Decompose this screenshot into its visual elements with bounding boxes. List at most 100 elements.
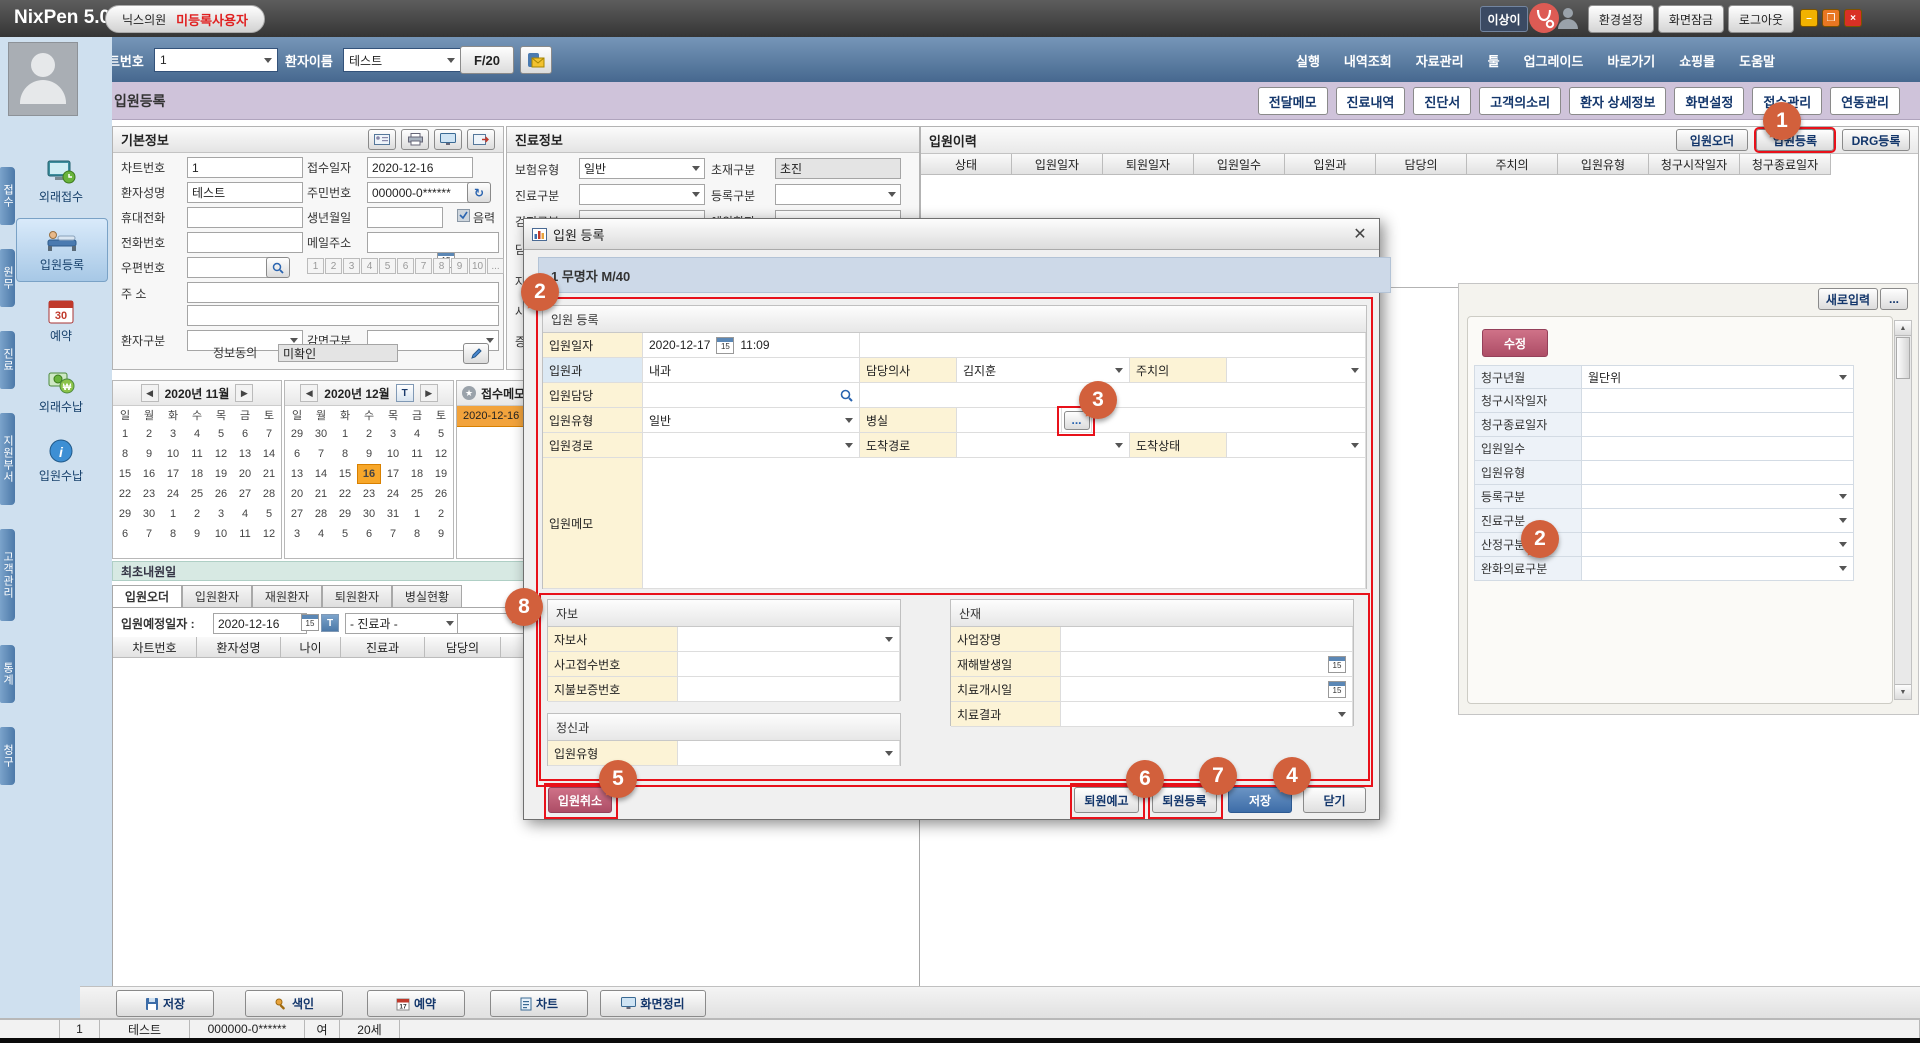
scrollbar[interactable]: ▲ ▼ — [1894, 320, 1912, 700]
calendar-day[interactable]: 5 — [333, 524, 357, 544]
menu-item[interactable]: 도움말 — [1739, 51, 1775, 70]
sidebar-item-admission-register[interactable]: 입원등록 — [16, 218, 108, 282]
sidebar-tab[interactable]: 청구 — [0, 727, 15, 785]
calendar-day[interactable]: 20 — [233, 464, 257, 484]
admission-order-button[interactable]: 입원오더 — [1676, 129, 1748, 151]
calendar-day[interactable]: 5 — [257, 504, 281, 524]
calendar-day[interactable]: 7 — [381, 524, 405, 544]
patient-name-input[interactable]: 테스트 — [187, 182, 303, 203]
claim-field-value[interactable] — [1582, 389, 1854, 413]
calendar-day[interactable]: 26 — [209, 484, 233, 504]
column-header[interactable]: 입원과 — [1285, 154, 1376, 175]
new-input-button[interactable]: 새로입력 — [1818, 288, 1878, 310]
menu-item[interactable]: 바로가기 — [1607, 51, 1655, 70]
column-header[interactable]: 입원일자 — [1012, 154, 1103, 175]
edit-pencil-icon[interactable] — [463, 343, 489, 364]
address-input-2[interactable] — [187, 305, 499, 326]
calendar-day[interactable]: 1 — [161, 504, 185, 524]
column-header[interactable]: 담당의 — [425, 637, 501, 658]
calendar-day[interactable]: 2 — [357, 424, 381, 444]
calendar-day[interactable]: 30 — [309, 424, 333, 444]
patient-name-select[interactable]: 테스트 — [343, 48, 461, 72]
menu-item[interactable]: 쇼핑몰 — [1679, 51, 1715, 70]
schedule-date-input[interactable]: 2020-12-16 — [213, 613, 307, 634]
calendar-day[interactable]: 29 — [113, 504, 137, 524]
calendar-day[interactable]: 22 — [333, 484, 357, 504]
dialog-titlebar[interactable]: 입원 등록 ✕ — [524, 219, 1379, 250]
calendar-day[interactable]: 6 — [285, 444, 309, 464]
birth-input[interactable] — [367, 207, 443, 228]
claim-field-value[interactable] — [1582, 461, 1854, 485]
scroll-thumb[interactable] — [1896, 337, 1910, 379]
calendar-day[interactable]: 12 — [429, 444, 453, 464]
more-button[interactable]: ... — [1880, 288, 1908, 310]
digit-button[interactable]: 8 — [433, 258, 450, 274]
column-header[interactable]: 나이 — [281, 637, 341, 658]
calendar-day[interactable]: 31 — [381, 504, 405, 524]
digit-button[interactable]: 5 — [379, 258, 396, 274]
dept-filter-select[interactable]: - 진료과 - — [345, 613, 459, 634]
calendar-day[interactable]: 6 — [113, 524, 137, 544]
id-card-icon[interactable] — [368, 129, 396, 150]
search-icon[interactable] — [266, 257, 290, 278]
calendar-day[interactable]: 26 — [429, 484, 453, 504]
sidebar-tab[interactable]: 지원부서 — [0, 413, 15, 505]
printer-icon[interactable] — [401, 129, 429, 150]
sidebar-tab[interactable]: 접수 — [0, 167, 15, 225]
address-input-1[interactable] — [187, 282, 499, 303]
calendar-icon[interactable] — [301, 614, 319, 631]
calendar-day[interactable]: 16 — [137, 464, 161, 484]
calendar-day[interactable]: 3 — [209, 504, 233, 524]
calendar-day[interactable]: 1 — [405, 504, 429, 524]
receipt-date-input[interactable]: 2020-12-16 — [367, 157, 473, 178]
column-header[interactable]: 퇴원일자 — [1103, 154, 1194, 175]
arrive-state-select[interactable] — [1227, 433, 1366, 458]
calendar-day[interactable]: 9 — [137, 444, 161, 464]
menu-item[interactable]: 자료관리 — [1416, 51, 1464, 70]
calendar-day[interactable]: 5 — [209, 424, 233, 444]
current-user-button[interactable]: 이상이 — [1480, 6, 1528, 32]
calendar-day[interactable]: 18 — [185, 464, 209, 484]
toolbar-button[interactable]: 전달메모 — [1258, 87, 1328, 115]
calendar-day[interactable]: 11 — [405, 444, 429, 464]
calendar-day[interactable]: 7 — [309, 444, 333, 464]
digit-button[interactable]: 3 — [343, 258, 360, 274]
digit-button[interactable]: 1 — [307, 258, 324, 274]
calendar-day[interactable]: 3 — [285, 524, 309, 544]
calendar-day[interactable]: 18 — [405, 464, 429, 484]
calendar-day[interactable]: 7 — [137, 524, 161, 544]
calendar-day[interactable]: 14 — [257, 444, 281, 464]
adm-dept-field[interactable]: 내과 — [643, 358, 860, 383]
chart-no-select[interactable]: 1 — [154, 48, 278, 72]
insurer-select[interactable] — [678, 627, 900, 652]
admission-tab[interactable]: 재원환자 — [252, 585, 322, 607]
chart-no-input[interactable]: 1 — [187, 157, 303, 178]
calendar-day[interactable]: 4 — [233, 504, 257, 524]
accident-date-input[interactable] — [1061, 652, 1353, 677]
calendar-day[interactable]: 25 — [185, 484, 209, 504]
settings-button[interactable]: 환경설정 — [1588, 5, 1654, 33]
calendar-day[interactable]: 10 — [209, 524, 233, 544]
calendar-day[interactable]: 27 — [285, 504, 309, 524]
minimize-icon[interactable]: – — [1800, 9, 1818, 27]
menu-item[interactable]: 내역조회 — [1344, 51, 1392, 70]
phone-input[interactable] — [187, 232, 303, 253]
drg-register-button[interactable]: DRG등록 — [1842, 129, 1910, 151]
calendar-day[interactable]: 3 — [161, 424, 185, 444]
today-button[interactable]: T — [396, 384, 414, 402]
admission-tab[interactable]: 퇴원환자 — [322, 585, 392, 607]
logout-button[interactable]: 로그아웃 — [1728, 5, 1794, 33]
calendar-day[interactable]: 9 — [357, 444, 381, 464]
arrive-route-select[interactable] — [957, 433, 1130, 458]
calendar-day[interactable]: 10 — [381, 444, 405, 464]
claim-field-value[interactable] — [1582, 557, 1854, 581]
calendar-day[interactable]: 8 — [113, 444, 137, 464]
toolbar-button[interactable]: 환자 상세정보 — [1569, 87, 1666, 115]
calendar-icon[interactable] — [716, 337, 734, 354]
column-header[interactable]: 상태 — [921, 154, 1012, 175]
care-type-select[interactable] — [579, 184, 705, 205]
sidebar-tab[interactable]: 통계 — [0, 645, 15, 703]
screen-lock-button[interactable]: 화면잠금 — [1658, 5, 1724, 33]
calendar-day[interactable]: 27 — [233, 484, 257, 504]
treat-result-select[interactable] — [1061, 702, 1353, 727]
